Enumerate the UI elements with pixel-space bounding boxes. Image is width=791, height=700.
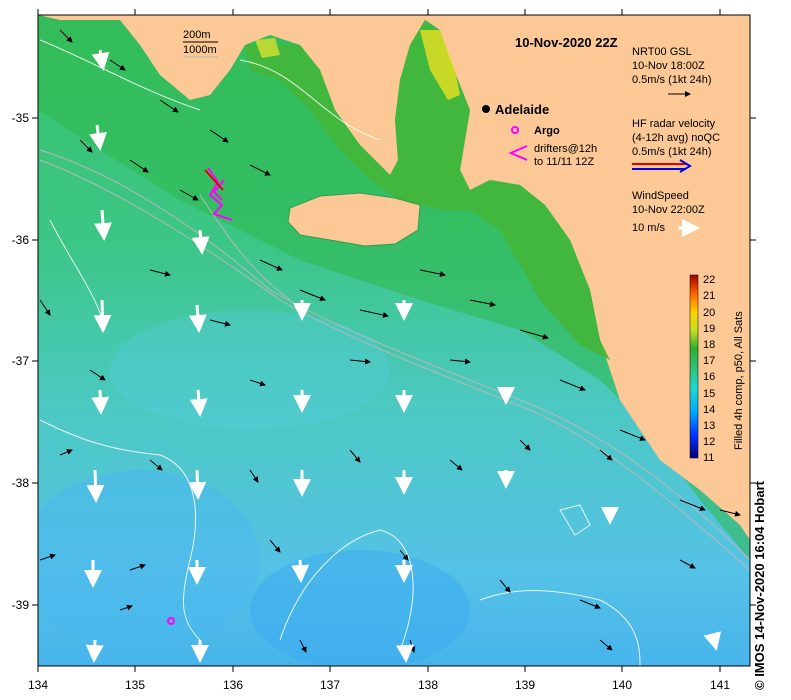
y-tick-label: -36	[12, 233, 30, 247]
colorbar-tick: 20	[703, 307, 715, 319]
colorbar-tick: 14	[703, 404, 715, 416]
cool-patch-mid	[110, 310, 390, 430]
x-tick-label: 136	[223, 678, 243, 692]
hf-legend-line3: 0.5m/s (1kt 24h)	[632, 146, 711, 158]
gsl-legend-line3: 0.5m/s (1kt 24h)	[632, 74, 711, 86]
y-tick-labels: -35 -36 -37 -38 -39	[12, 111, 30, 612]
x-tick-label: 138	[418, 678, 438, 692]
depth-legend-200m: 200m	[183, 29, 211, 41]
gsl-legend-line2: 10-Nov 18:00Z	[632, 60, 705, 72]
y-tick-label: -38	[12, 476, 30, 490]
colorbar-tick: 13	[703, 420, 715, 432]
x-tick-label: 135	[125, 678, 145, 692]
wind-legend-line1: WindSpeed	[632, 190, 689, 202]
copyright-notice: © IMOS 14-Nov-2020 16:04 Hobart	[752, 481, 767, 690]
colorbar-tick: 22	[703, 274, 715, 286]
hf-legend-line2: (4-12h avg) noQC	[632, 132, 720, 144]
colorbar-tick: 15	[703, 388, 715, 400]
colorbar-tick: 19	[703, 323, 715, 335]
map-title: 10-Nov-2020 22Z	[515, 35, 618, 50]
x-tick-label: 140	[612, 678, 632, 692]
adelaide-marker	[482, 105, 490, 113]
x-tick-label: 141	[710, 678, 730, 692]
depth-legend-1000m: 1000m	[183, 44, 217, 56]
y-tick-label: -39	[12, 598, 30, 612]
y-tick-label: -35	[12, 111, 30, 125]
cool-eddy-south	[250, 550, 470, 666]
colorbar-tick: 11	[703, 452, 714, 464]
colorbar-tick: 18	[703, 339, 715, 351]
x-tick-label: 134	[28, 678, 48, 692]
wind-legend-line3: 10 m/s	[632, 222, 666, 234]
x-tick-labels: 134 135 136 137 138 139 140 141	[28, 678, 730, 692]
colorbar-tick: 16	[703, 371, 715, 383]
colorbar-label: Filled 4h comp, p50, All Sats	[733, 311, 745, 450]
colorbar-tick: 17	[703, 355, 715, 367]
colorbar-tick: 12	[703, 436, 715, 448]
drifter-legend-line1: drifters@12h	[534, 143, 597, 155]
sst-map: 134 135 136 137 138 139 140 141 -35 -36 …	[12, 9, 756, 692]
cool-eddy-west	[38, 470, 260, 650]
gsl-legend-line1: NRT00 GSL	[632, 46, 692, 58]
adelaide-label: Adelaide	[495, 102, 549, 117]
hf-legend-line1: HF radar velocity	[632, 118, 716, 130]
argo-legend-label: Argo	[534, 125, 560, 137]
colorbar-tick: 21	[703, 290, 715, 302]
x-tick-label: 139	[515, 678, 535, 692]
drifter-legend-line2: to 11/11 12Z	[534, 156, 594, 168]
x-tick-label: 137	[320, 678, 340, 692]
wind-legend-line2: 10-Nov 22:00Z	[632, 204, 705, 216]
colorbar-ramp	[689, 274, 699, 459]
y-tick-label: -37	[12, 354, 30, 368]
